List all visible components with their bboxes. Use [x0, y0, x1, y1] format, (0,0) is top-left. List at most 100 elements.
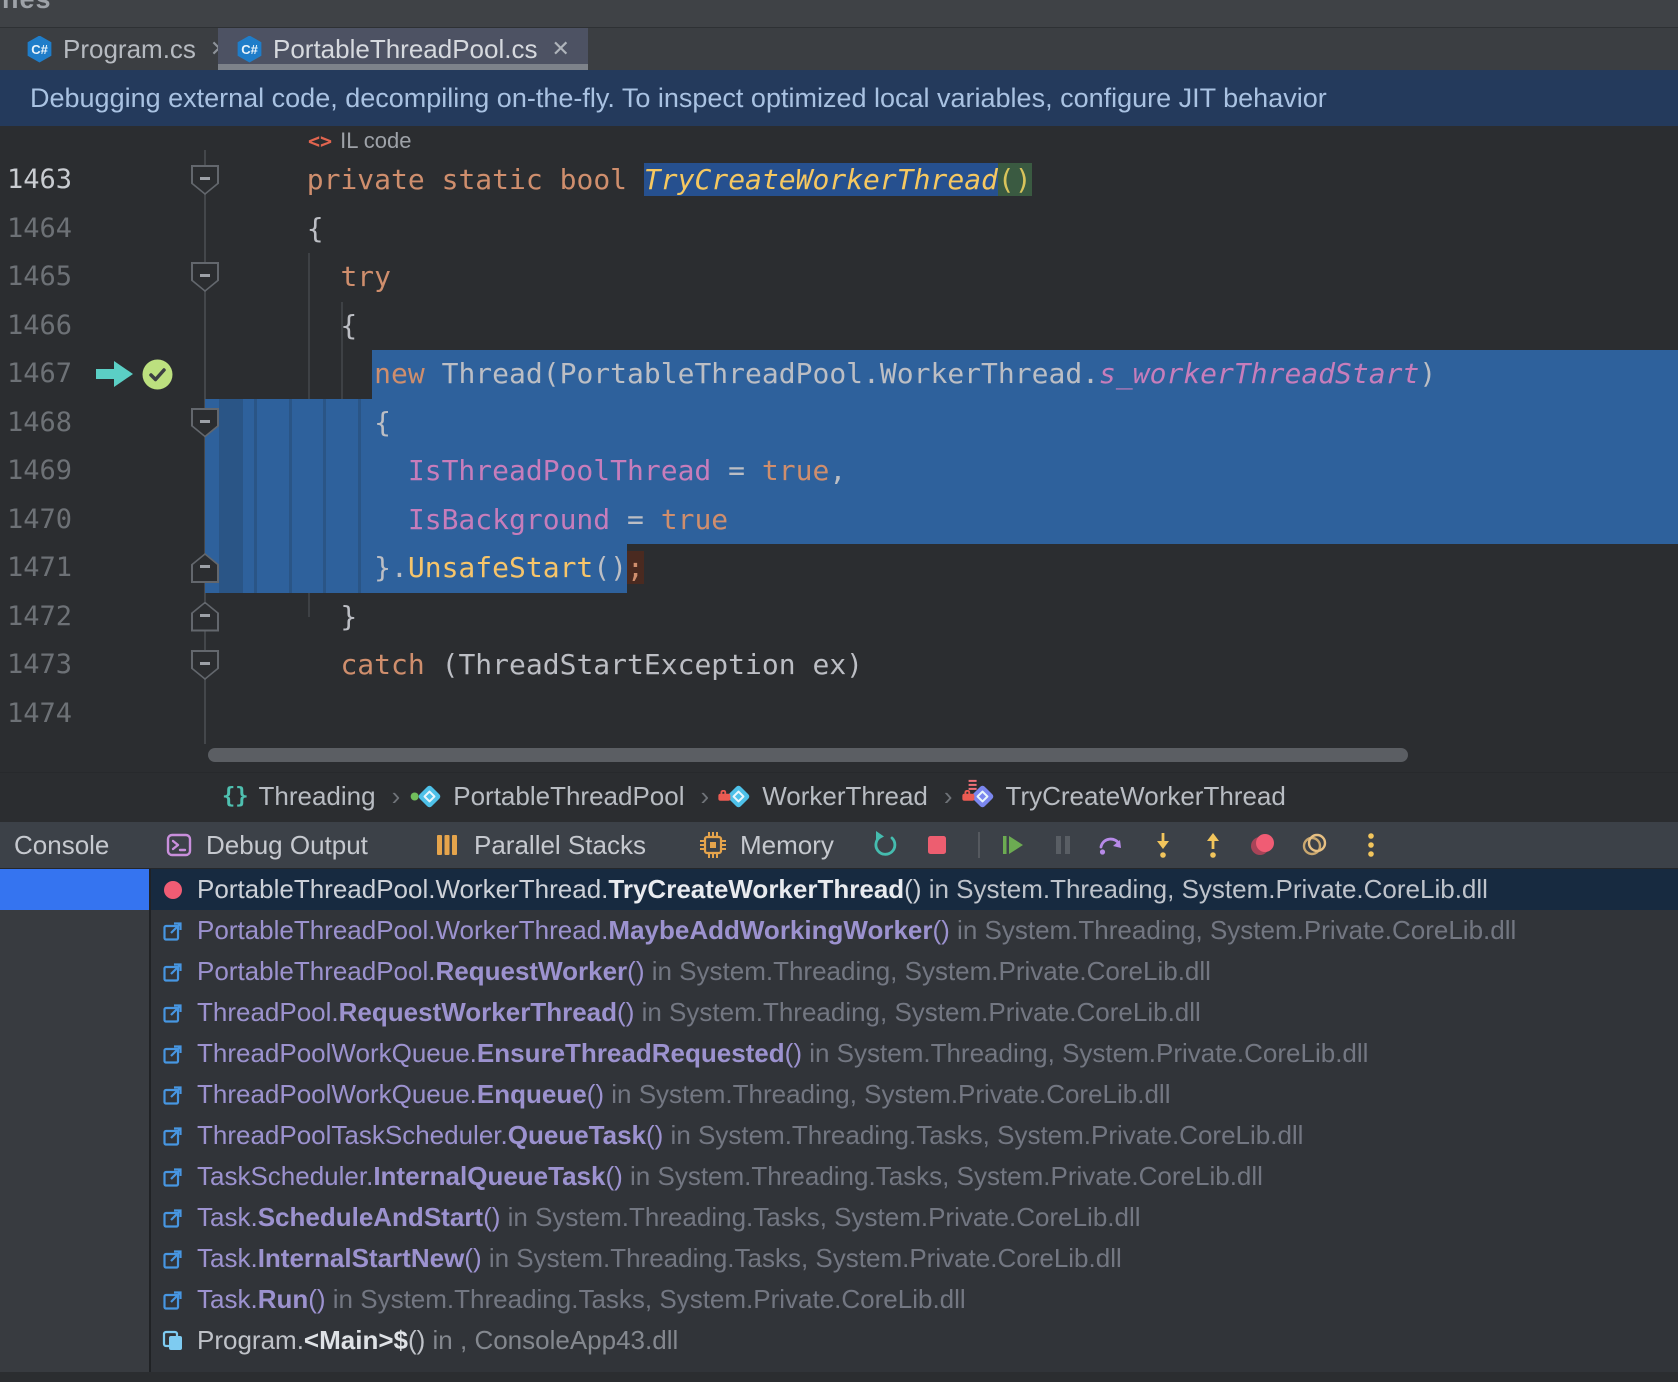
parallel-stacks-icon — [432, 830, 462, 860]
external-frame-icon — [162, 1084, 184, 1106]
resume-button[interactable] — [998, 830, 1028, 860]
code-line[interactable]: { — [273, 205, 324, 254]
code-line[interactable]: { — [273, 302, 357, 351]
line-number[interactable]: 1469 — [0, 447, 72, 496]
more-options-button[interactable] — [1356, 830, 1386, 860]
banner-text: Debugging external code, decompiling on-… — [30, 83, 1327, 114]
line-number[interactable]: 1463 — [0, 156, 72, 205]
stack-frame-row[interactable]: Task.ScheduleAndStart() in System.Thread… — [151, 1197, 1678, 1238]
code-line[interactable]: IsThreadPoolThread = true, — [273, 447, 846, 496]
stack-frame-row[interactable]: PortableThreadPool.RequestWorker() in Sy… — [151, 951, 1678, 992]
breadcrumb-item-trycreateworkerthread[interactable]: TryCreateWorkerThread — [969, 781, 1286, 812]
tab-console[interactable]: Console — [14, 822, 109, 868]
csharp-file-icon: C# — [26, 36, 53, 63]
fold-marker-icon[interactable] — [191, 553, 219, 583]
line-number[interactable]: 1473 — [0, 641, 72, 690]
code-line[interactable]: private static bool TryCreateWorkerThrea… — [273, 156, 1032, 205]
csharp-file-icon: C# — [236, 36, 263, 63]
code-line[interactable]: }.UnsafeStart(); — [273, 544, 644, 593]
stack-frame-row[interactable]: ThreadPoolWorkQueue.EnsureThreadRequeste… — [151, 1033, 1678, 1074]
line-number[interactable]: 1470 — [0, 496, 72, 545]
tab-portablethreadpool-cs[interactable]: C# PortableThreadPool.cs ✕ — [218, 28, 588, 70]
class-icon — [727, 784, 751, 808]
horizontal-scrollbar[interactable] — [208, 748, 1408, 762]
breadcrumb: {}Threading › PortableThreadPool › WorkerThr… — [0, 772, 1678, 820]
fold-marker-icon[interactable] — [191, 262, 219, 292]
stack-frame-row[interactable]: ThreadPoolWorkQueue.Enqueue() in System.… — [151, 1074, 1678, 1115]
external-frame-icon — [162, 961, 184, 983]
external-frame-icon — [162, 1125, 184, 1147]
clipped-title-fragment: nes — [2, 0, 52, 15]
breadcrumb-item-portablethreadpool[interactable]: PortableThreadPool — [416, 781, 684, 812]
code-line[interactable]: try — [273, 253, 391, 302]
external-frame-icon — [162, 1289, 184, 1311]
view-breakpoints-button[interactable] — [1300, 830, 1330, 860]
fold-marker-icon[interactable] — [191, 165, 219, 195]
external-frame-icon — [162, 1166, 184, 1188]
code-line[interactable]: catch (ThreadStartException ex) — [273, 641, 863, 690]
debug-toolbar: Console Debug Output Parallel Stacks — [0, 822, 1678, 868]
line-number[interactable]: 1466 — [0, 302, 72, 351]
breadcrumb-item-workerthread[interactable]: WorkerThread — [725, 781, 928, 812]
line-number[interactable]: 1464 — [0, 205, 72, 254]
breadcrumb-item-threading[interactable]: {}Threading — [222, 781, 376, 812]
line-number[interactable]: 1465 — [0, 253, 72, 302]
stack-frame-row[interactable]: ThreadPool.RequestWorkerThread() in Syst… — [151, 992, 1678, 1033]
class-icon — [418, 784, 442, 808]
stop-button[interactable] — [922, 830, 952, 860]
code-line[interactable]: } — [273, 593, 357, 642]
external-frame-icon — [162, 1248, 184, 1270]
step-into-button[interactable] — [1148, 830, 1178, 860]
decompile-notification-banner: Debugging external code, decompiling on-… — [0, 70, 1678, 126]
verified-breakpoint-icon[interactable] — [141, 358, 174, 396]
step-over-button[interactable] — [1096, 830, 1126, 860]
code-line[interactable]: { — [273, 399, 391, 448]
code-line[interactable]: new Thread(PortableThreadPool.WorkerThre… — [273, 350, 1436, 399]
stack-frame-row[interactable]: TaskScheduler.InternalQueueTask() in Sys… — [151, 1156, 1678, 1197]
stack-frame-row[interactable]: Task.Run() in System.Threading.Tasks, Sy… — [151, 1279, 1678, 1320]
fold-marker-icon[interactable] — [191, 408, 219, 438]
step-out-button[interactable] — [1198, 830, 1228, 860]
tab-label: PortableThreadPool.cs — [273, 34, 537, 65]
program-frames-icon — [161, 1329, 185, 1353]
il-code-inlay-hint[interactable]: <> IL code — [308, 126, 411, 156]
mute-breakpoints-button[interactable] — [1248, 830, 1278, 860]
rerun-debug-button[interactable] — [870, 830, 900, 860]
line-number[interactable]: 1474 — [0, 690, 72, 739]
debug-output-icon — [164, 830, 194, 860]
external-frame-icon — [162, 1002, 184, 1024]
selection-highlight — [205, 399, 1678, 448]
tab-debug-output[interactable]: Debug Output — [164, 822, 368, 868]
threads-pane[interactable] — [0, 869, 149, 1382]
selected-thread-row[interactable] — [0, 869, 149, 910]
stack-frame-row[interactable]: PortableThreadPool.WorkerThread.MaybeAdd… — [151, 910, 1678, 951]
pause-button[interactable] — [1048, 830, 1078, 860]
close-icon[interactable]: ✕ — [551, 36, 569, 62]
namespace-icon: {} — [222, 784, 249, 809]
stack-frame-row[interactable]: Program.<Main>$() in , ConsoleApp43.dll — [151, 1320, 1678, 1361]
fold-marker-icon[interactable] — [191, 602, 219, 632]
external-frame-icon — [162, 1207, 184, 1229]
line-number[interactable]: 1467 — [0, 350, 72, 399]
chevron-right-icon: › — [701, 781, 710, 812]
toolbar-divider — [978, 832, 980, 858]
memory-icon — [698, 830, 728, 860]
stack-frame-row[interactable]: PortableThreadPool.WorkerThread.TryCreat… — [151, 869, 1678, 910]
chevron-right-icon: › — [392, 781, 401, 812]
external-frame-icon — [162, 920, 184, 942]
stack-frame-row[interactable]: ThreadPoolTaskScheduler.QueueTask() in S… — [151, 1115, 1678, 1156]
stack-frame-row[interactable]: Task.InternalStartNew() in System.Thread… — [151, 1238, 1678, 1279]
code-editor[interactable]: <> IL code 1463 private static bool TryC… — [0, 126, 1678, 772]
fold-marker-icon[interactable] — [191, 650, 219, 680]
line-number[interactable]: 1468 — [0, 399, 72, 448]
line-number[interactable]: 1472 — [0, 593, 72, 642]
tab-parallel-stacks[interactable]: Parallel Stacks — [432, 822, 646, 868]
method-icon — [970, 784, 994, 808]
tab-memory[interactable]: Memory — [698, 822, 834, 868]
frames-pane: PortableThreadPool.WorkerThread.TryCreat… — [151, 869, 1678, 1382]
tab-label: Program.cs — [63, 34, 196, 65]
tab-program-cs[interactable]: C# Program.cs ✕ — [8, 28, 247, 70]
code-line[interactable]: IsBackground = true — [273, 496, 728, 545]
window-top-strip: nes — [0, 0, 1678, 28]
line-number[interactable]: 1471 — [0, 544, 72, 593]
